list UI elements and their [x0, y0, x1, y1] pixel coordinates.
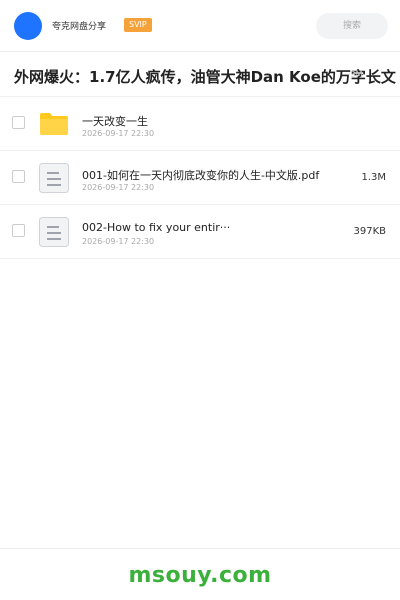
- row-checkbox[interactable]: [12, 224, 25, 237]
- share-meta: ·3M: [348, 70, 363, 79]
- file-row-folder[interactable]: 一天改变一生 2026-09-17 22:30: [0, 97, 400, 151]
- watermark-text: msouy.com: [128, 563, 272, 588]
- share-title-bar: 外网爆火：1.7亿人疯传，油管大神Dan Koe的万字长文 ·3M: [0, 53, 400, 97]
- folder-icon: [40, 113, 68, 135]
- file-date: 2026-09-17 22:30: [82, 129, 155, 138]
- file-size: 1.3M: [361, 172, 386, 183]
- row-checkbox[interactable]: [12, 170, 25, 183]
- file-date: 2026-09-17 22:30: [82, 183, 155, 192]
- file-name: 001-如何在一天内彻底改变你的人生-中文版.pdf: [82, 169, 320, 182]
- file-name: 一天改变一生: [82, 115, 148, 128]
- document-icon: [39, 163, 69, 193]
- search-input[interactable]: 搜索: [316, 13, 388, 39]
- document-icon: [39, 217, 69, 247]
- file-row-document[interactable]: 002-How to fix your entir··· 2026-09-17 …: [0, 205, 400, 259]
- share-page: 夸克网盘分享 SVIP 搜索 外网爆火：1.7亿人疯传，油管大神Dan Koe的…: [0, 0, 400, 600]
- avatar[interactable]: [14, 12, 42, 40]
- file-size: 397KB: [353, 226, 386, 237]
- file-date: 2026-09-17 22:30: [82, 237, 155, 246]
- header-bar: 夸克网盘分享 SVIP 搜索: [0, 0, 400, 52]
- app-name: 夸克网盘分享: [52, 22, 107, 32]
- file-name: 002-How to fix your entir···: [82, 221, 231, 234]
- share-title: 外网爆火：1.7亿人疯传，油管大神Dan Koe的万字长文: [14, 68, 396, 86]
- row-checkbox[interactable]: [12, 116, 25, 129]
- footer: msouy.com: [0, 548, 400, 600]
- file-row-pdf[interactable]: 001-如何在一天内彻底改变你的人生-中文版.pdf 2026-09-17 22…: [0, 151, 400, 205]
- file-list: 一天改变一生 2026-09-17 22:30 001-如何在一天内彻底改变你的…: [0, 97, 400, 259]
- svip-badge: SVIP: [124, 18, 152, 32]
